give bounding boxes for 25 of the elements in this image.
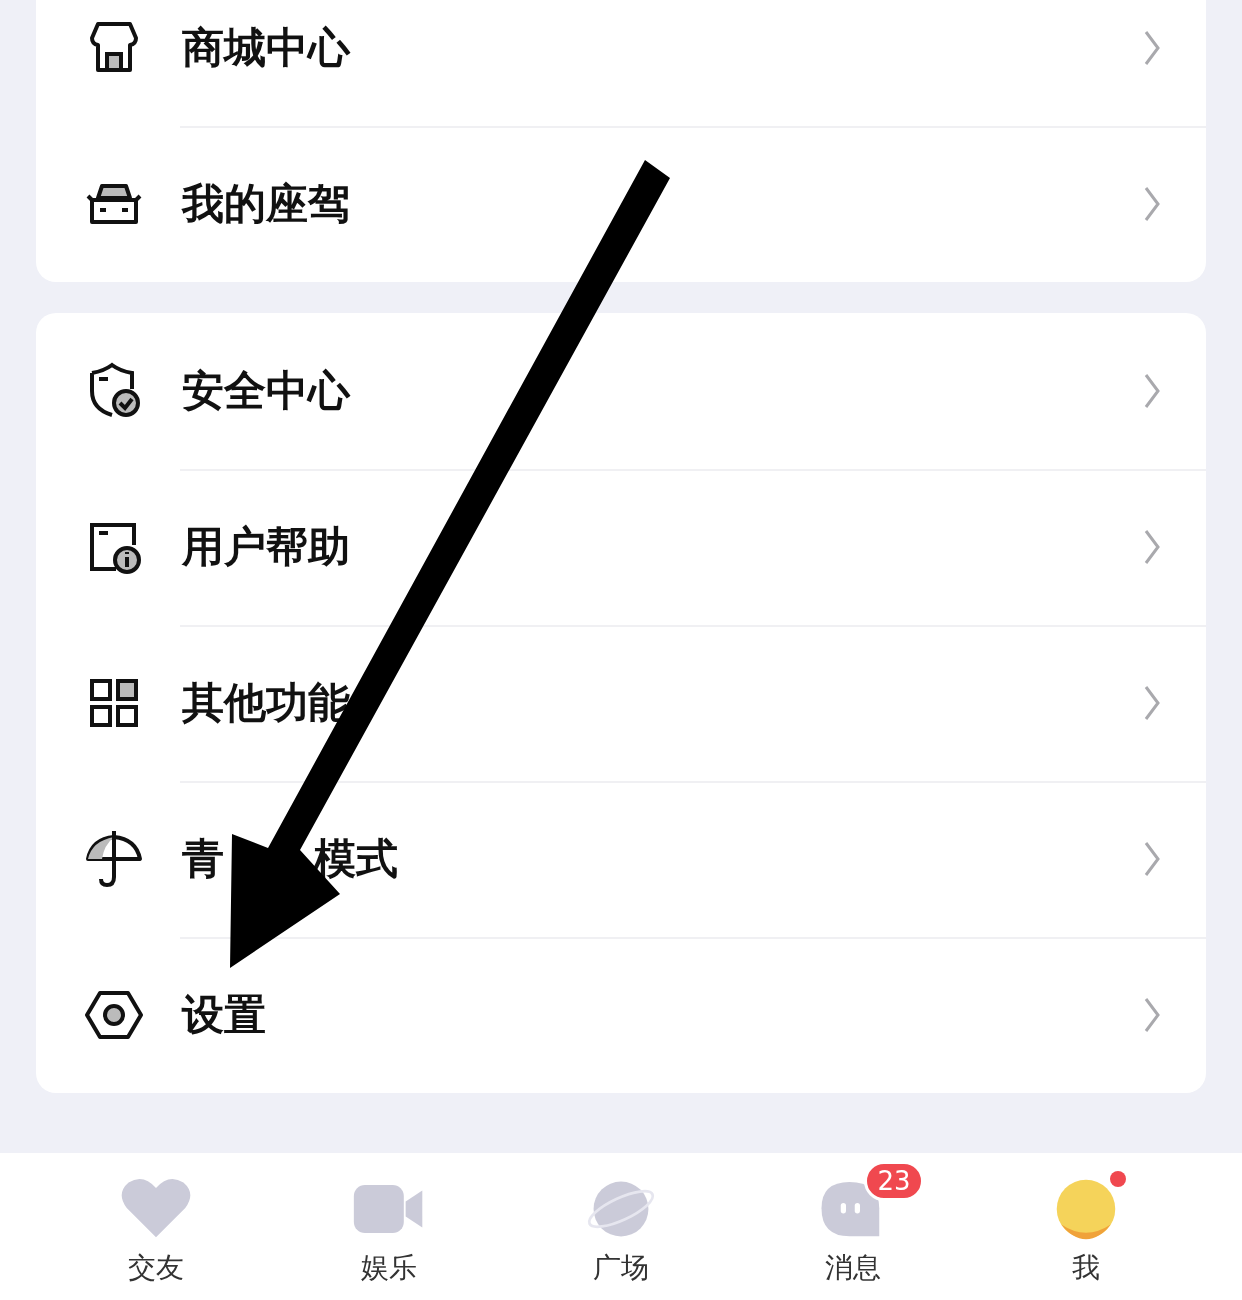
menu-item[interactable]: 安全中心 <box>36 313 1206 469</box>
tab[interactable]: 广场 <box>504 1153 738 1300</box>
tab[interactable]: 我 <box>969 1153 1203 1300</box>
menu-label-fragment: 模式 <box>314 833 398 885</box>
tab-label: 交友 <box>128 1250 185 1286</box>
menu-label: 安全中心 <box>182 365 352 417</box>
menu-item[interactable]: 我的座驾 <box>36 126 1206 282</box>
tab-label: 娱乐 <box>360 1250 417 1286</box>
tab-label: 我 <box>1071 1250 1100 1286</box>
tab-label: 广场 <box>593 1250 649 1286</box>
tab[interactable]: 娱乐 <box>272 1153 505 1300</box>
menu-label: 商城中心 <box>182 22 352 74</box>
menu-item[interactable]: 设置 <box>36 937 1206 1093</box>
menu-label-fragment: 青 <box>182 833 224 885</box>
menu-item[interactable]: 用户帮助 <box>36 469 1206 625</box>
unread-count: 23 <box>864 1161 924 1201</box>
tab[interactable]: 交友 <box>40 1153 273 1300</box>
umbrella-icon <box>84 829 144 889</box>
menu-label: 设置 <box>182 989 267 1041</box>
menu-label: 用户帮助 <box>182 521 351 573</box>
tab-label: 消息 <box>825 1250 882 1286</box>
menu-item[interactable]: 商城中心 <box>36 0 1206 126</box>
menu-label: 我的座驾 <box>182 178 351 230</box>
menu-item[interactable]: 青 模式 <box>36 781 1206 937</box>
tab[interactable]: 23 消息 <box>737 1153 970 1300</box>
